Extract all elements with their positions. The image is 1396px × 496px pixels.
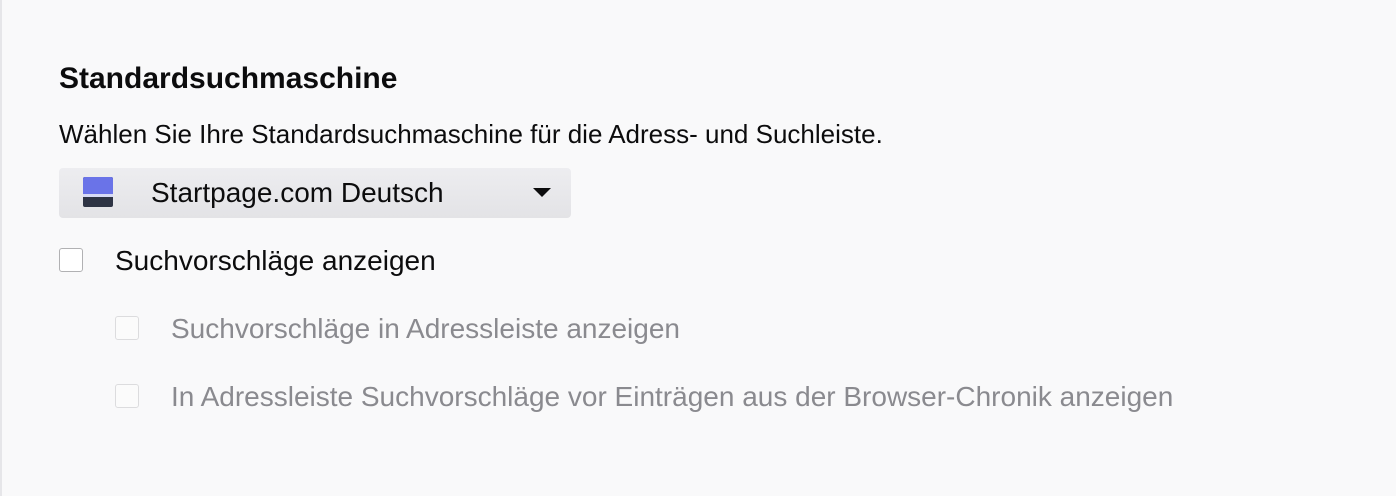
urlbar-suggestions-checkbox — [115, 316, 139, 340]
startpage-icon — [83, 177, 113, 207]
chevron-down-icon — [533, 188, 551, 197]
suggestions-before-history-checkbox — [115, 384, 139, 408]
section-title: Standardsuchmaschine — [59, 62, 398, 95]
show-search-suggestions-checkbox[interactable] — [59, 248, 83, 272]
show-search-suggestions-label[interactable]: Suchvorschläge anzeigen — [115, 244, 436, 278]
search-engine-selected-label: Startpage.com Deutsch — [151, 177, 444, 208]
section-description: Wählen Sie Ihre Standardsuchmaschine für… — [59, 119, 883, 149]
urlbar-suggestions-label: Suchvorschläge in Adressleiste anzeigen — [171, 313, 680, 344]
page-left-border — [0, 0, 2, 496]
suggestions-before-history-label: In Adressleiste Suchvorschläge vor Eintr… — [171, 381, 1174, 412]
search-engine-dropdown[interactable]: Startpage.com Deutsch — [59, 168, 571, 218]
